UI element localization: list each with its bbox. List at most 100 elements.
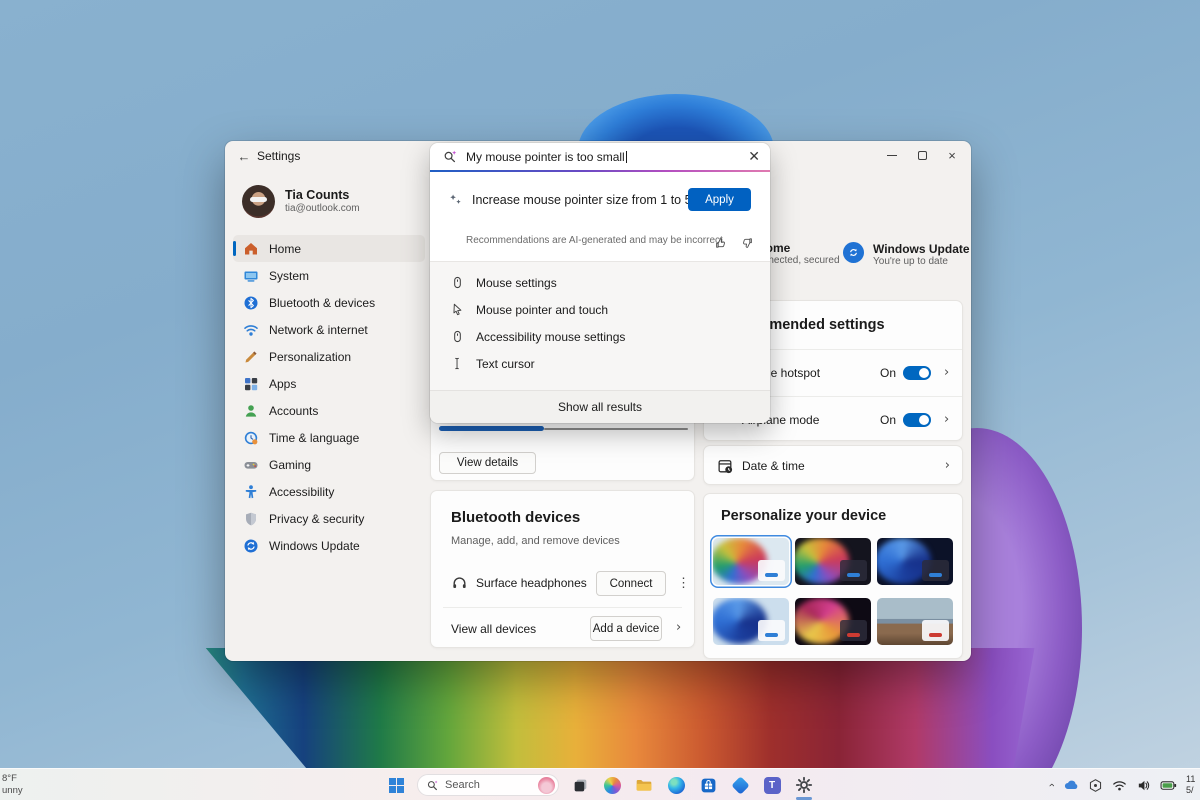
task-view-icon xyxy=(572,777,589,794)
mouse-icon xyxy=(450,329,465,344)
bluetooth-footer-row[interactable]: View all devices Add a device › xyxy=(431,608,694,648)
thumbs-up-icon[interactable] xyxy=(714,236,728,250)
task-view-button[interactable] xyxy=(569,774,591,796)
ai-disclaimer: Recommendations are AI-generated and may… xyxy=(466,235,726,246)
start-button[interactable] xyxy=(385,774,407,796)
show-all-results-button[interactable]: Show all results xyxy=(430,390,770,423)
result-mouse-pointer-touch[interactable]: Mouse pointer and touch xyxy=(430,296,770,323)
result-text-cursor[interactable]: Text cursor xyxy=(430,350,770,377)
teams-button[interactable]: T xyxy=(761,774,783,796)
minimize-button[interactable] xyxy=(877,144,907,166)
store-icon xyxy=(700,777,717,794)
diamond-app-icon xyxy=(731,776,749,794)
sidebar-nav: Home System Bluetooth & devices Network … xyxy=(233,235,425,559)
chevron-right-icon: › xyxy=(945,458,950,473)
sidebar-item-accounts[interactable]: Accounts xyxy=(233,397,425,424)
sidebar-item-bluetooth[interactable]: Bluetooth & devices xyxy=(233,289,425,316)
toggle-state-label: On xyxy=(880,366,896,380)
sidebar-item-privacy[interactable]: Privacy & security xyxy=(233,505,425,532)
view-all-devices-link[interactable]: View all devices xyxy=(451,622,536,636)
mouse-icon xyxy=(450,275,465,290)
date-time-label: Date & time xyxy=(742,459,805,473)
volume-icon[interactable] xyxy=(1136,778,1151,793)
device-more-menu[interactable]: ⋮ xyxy=(677,575,690,591)
system-tray: › 11 5/ xyxy=(1050,769,1200,800)
search-icon xyxy=(426,779,439,792)
settings-taskbar-button[interactable] xyxy=(793,774,815,796)
sidebar-item-network[interactable]: Network & internet xyxy=(233,316,425,343)
copilot-button[interactable] xyxy=(601,774,623,796)
avatar[interactable] xyxy=(242,185,275,218)
apply-button[interactable]: Apply xyxy=(688,188,751,211)
folder-icon xyxy=(635,776,653,794)
sidebar-item-system[interactable]: System xyxy=(233,262,425,289)
wifi-icon xyxy=(243,322,259,338)
theme-thumbnail-light-blue[interactable] xyxy=(713,598,789,645)
battery-icon[interactable] xyxy=(1160,777,1177,794)
edge-button[interactable] xyxy=(665,774,687,796)
search-bar[interactable]: My mouse pointer is too small ✕ xyxy=(430,143,770,170)
bluetooth-title: Bluetooth devices xyxy=(451,509,580,526)
taskbar-search-box[interactable]: Search xyxy=(417,774,559,796)
view-details-button[interactable]: View details xyxy=(439,452,536,474)
airplane-mode-toggle[interactable] xyxy=(903,413,931,427)
back-button[interactable]: ← xyxy=(233,146,255,166)
sidebar-item-time-language[interactable]: Time & language xyxy=(233,424,425,451)
file-explorer-button[interactable] xyxy=(633,774,655,796)
teams-icon: T xyxy=(764,777,781,794)
search-results: Mouse settings Mouse pointer and touch A… xyxy=(430,262,770,390)
store-button[interactable] xyxy=(697,774,719,796)
tray-chevron-up-icon[interactable]: › xyxy=(1046,783,1058,787)
sidebar-item-accessibility[interactable]: Accessibility xyxy=(233,478,425,505)
theme-thumbnail-flower[interactable] xyxy=(795,598,871,645)
add-device-button[interactable]: Add a device xyxy=(590,616,662,641)
search-input[interactable]: My mouse pointer is too small xyxy=(466,150,740,164)
thumbs-down-icon[interactable] xyxy=(740,236,754,250)
connect-button[interactable]: Connect xyxy=(596,571,666,596)
windows-update-title[interactable]: Windows Update xyxy=(873,242,970,256)
storage-progress xyxy=(439,426,688,431)
sidebar-item-windows-update[interactable]: Windows Update xyxy=(233,532,425,559)
person-icon xyxy=(243,403,259,419)
desktop: ← Settings × Tia Counts tia@outlook.com … xyxy=(0,0,1200,800)
bluetooth-card: Bluetooth devices Manage, add, and remov… xyxy=(430,490,695,648)
sidebar-item-gaming[interactable]: Gaming xyxy=(233,451,425,478)
settings-window: ← Settings × Tia Counts tia@outlook.com … xyxy=(225,141,971,661)
windows-update-status: You're up to date xyxy=(873,256,948,267)
brush-icon xyxy=(243,349,259,365)
sidebar-item-personalization[interactable]: Personalization xyxy=(233,343,425,370)
result-accessibility-mouse[interactable]: Accessibility mouse settings xyxy=(430,323,770,350)
windows-logo-icon xyxy=(389,778,404,793)
copilot-icon xyxy=(604,777,621,794)
system-icon xyxy=(243,268,259,284)
maximize-button[interactable] xyxy=(907,144,937,166)
bluetooth-subtitle: Manage, add, and remove devices xyxy=(451,535,620,547)
search-close-icon[interactable]: ✕ xyxy=(748,148,760,165)
theme-thumbnail-landscape[interactable] xyxy=(877,598,953,645)
copilot-search-icon xyxy=(442,149,458,165)
wifi-tray-icon[interactable] xyxy=(1112,778,1127,793)
theme-thumbnail-dark-rainbow[interactable] xyxy=(795,538,871,585)
toggle-state-label: On xyxy=(880,413,896,427)
search-placeholder: Search xyxy=(445,779,532,791)
theme-thumbnail-dark-blue[interactable] xyxy=(877,538,953,585)
theme-thumbnail-light-rainbow[interactable] xyxy=(713,538,789,585)
dev-app-button[interactable] xyxy=(729,774,751,796)
text-cursor-icon xyxy=(450,356,465,371)
result-mouse-settings[interactable]: Mouse settings xyxy=(430,269,770,296)
tray-clock[interactable]: 11 5/ xyxy=(1186,774,1200,797)
date-time-card[interactable]: Date & time › xyxy=(703,445,963,485)
mobile-hotspot-toggle[interactable] xyxy=(903,366,931,380)
update-icon xyxy=(243,538,259,554)
tray-app-icon[interactable] xyxy=(1088,778,1103,793)
bluetooth-device-row: Surface headphones Connect ⋮ xyxy=(431,563,694,603)
onedrive-cloud-icon[interactable] xyxy=(1063,777,1079,793)
sidebar-item-apps[interactable]: Apps xyxy=(233,370,425,397)
close-button[interactable]: × xyxy=(937,144,967,166)
search-highlight-image xyxy=(538,777,555,794)
bluetooth-icon xyxy=(243,295,259,311)
weather-widget[interactable]: 8°F unny xyxy=(2,773,23,797)
bluetooth-device-name: Surface headphones xyxy=(476,576,587,590)
text-caret xyxy=(626,151,627,163)
sidebar-item-home[interactable]: Home xyxy=(233,235,425,262)
